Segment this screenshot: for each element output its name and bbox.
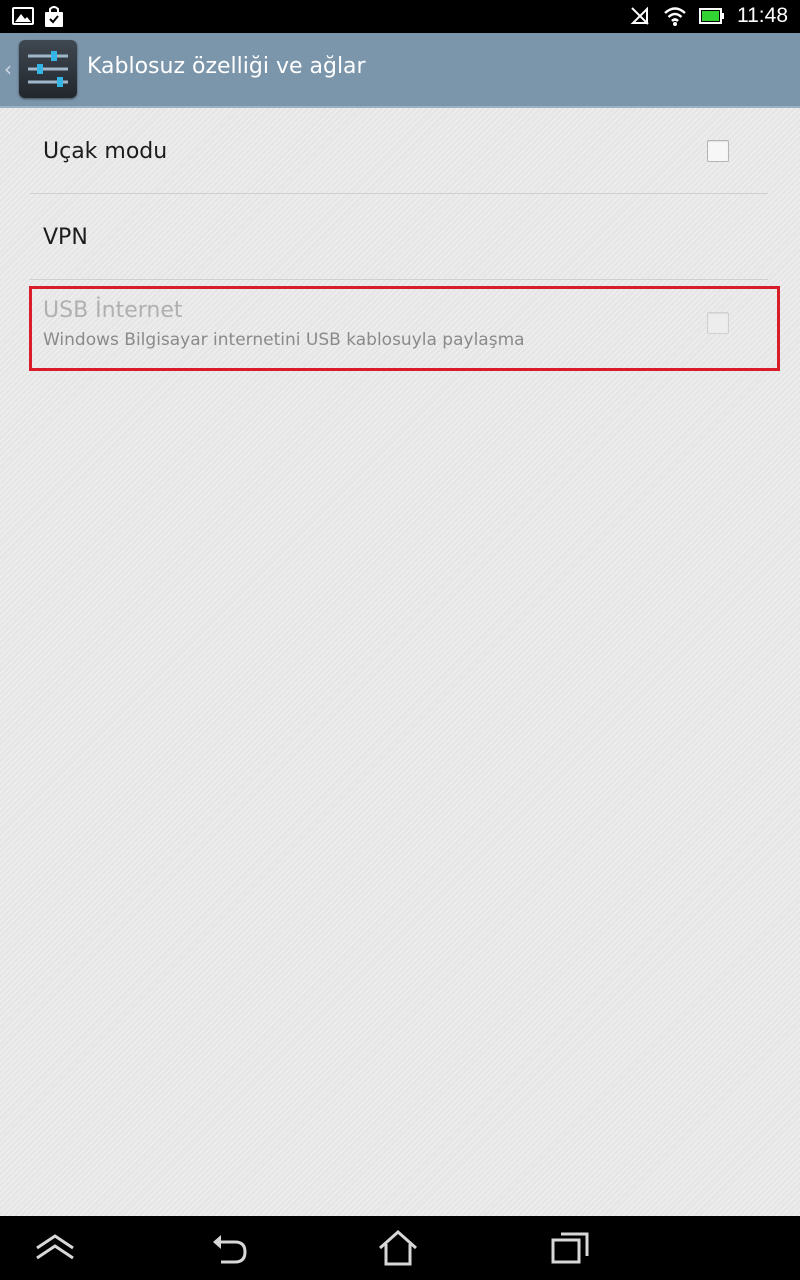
notification-icons	[12, 6, 64, 28]
settings-app-icon[interactable]	[19, 40, 77, 98]
airplane-mode-label: Uçak modu	[43, 139, 168, 164]
action-bar: ‹ Kablosuz özelliği ve ağlar	[0, 33, 800, 108]
gallery-notification-icon	[12, 7, 34, 25]
navigation-bar	[0, 1216, 800, 1280]
highlight-annotation	[29, 286, 780, 371]
up-navigation-icon[interactable]: ‹	[4, 57, 12, 81]
vpn-label: VPN	[43, 225, 88, 250]
hide-keyboard-icon[interactable]	[33, 1228, 77, 1268]
vpn-row[interactable]: VPN	[30, 194, 770, 278]
airplane-mode-row[interactable]: Uçak modu	[30, 110, 770, 192]
page-title: Kablosuz özelliği ve ağlar	[87, 54, 366, 79]
battery-icon	[699, 8, 724, 24]
wifi-icon	[664, 7, 686, 26]
recent-apps-icon[interactable]	[548, 1228, 592, 1268]
back-icon[interactable]	[207, 1228, 251, 1268]
clock-time: 11:48	[737, 4, 788, 27]
shopping-bag-notification-icon	[45, 6, 63, 27]
home-icon[interactable]	[376, 1228, 420, 1268]
divider	[30, 279, 768, 280]
airplane-mode-checkbox[interactable]	[707, 140, 729, 162]
no-sync-icon	[630, 6, 649, 25]
system-status-icons: 11:48	[629, 4, 788, 28]
status-bar: 11:48	[0, 0, 800, 33]
settings-sliders-icon	[28, 51, 68, 87]
